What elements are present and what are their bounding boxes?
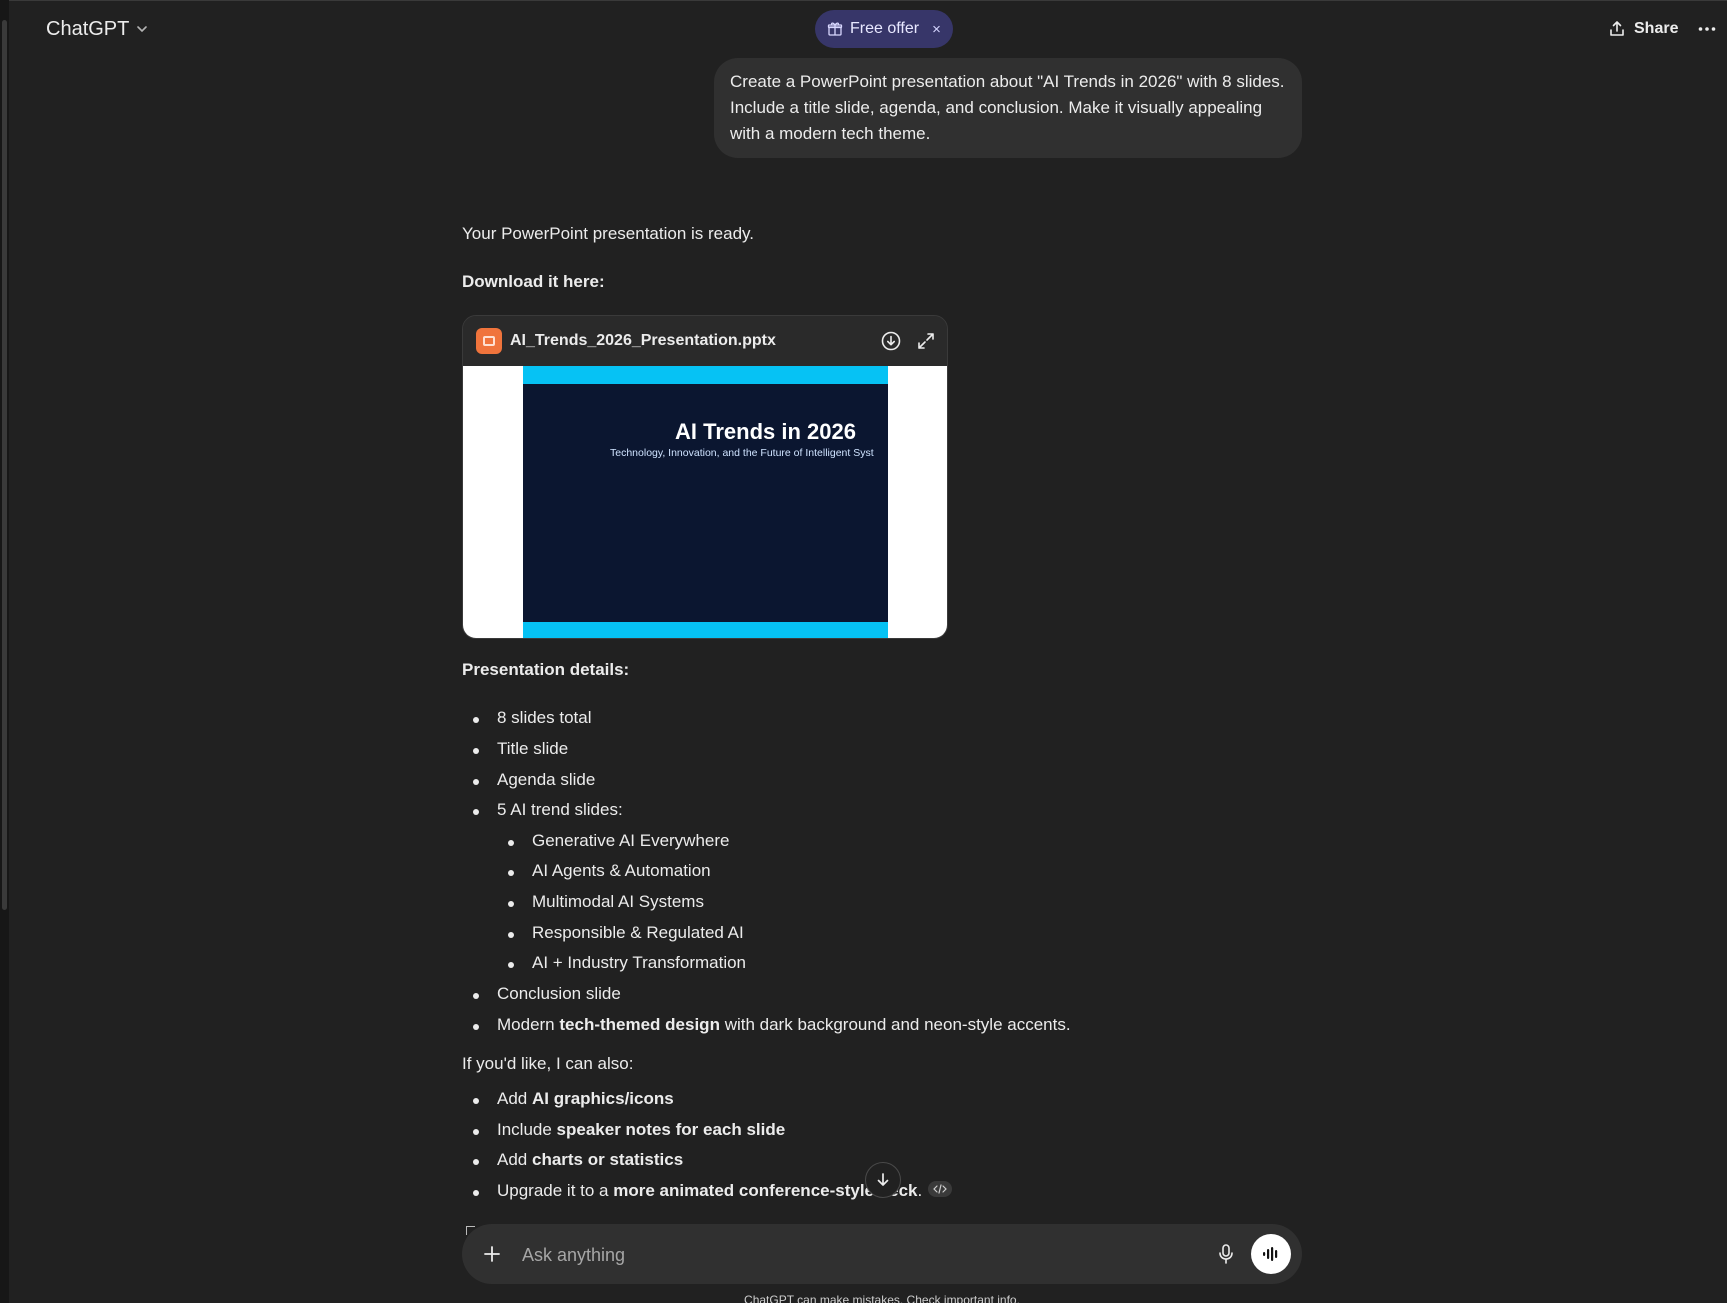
list-item: 5 AI trend slides: xyxy=(473,800,623,819)
list-item: Add charts or statistics xyxy=(472,1150,684,1170)
sub-list-item: Responsible & Regulated AI xyxy=(508,923,744,942)
composer xyxy=(462,1224,1302,1284)
file-name[interactable]: AI_Trends_2026_Presentation.pptx xyxy=(510,332,776,350)
gift-icon xyxy=(827,22,843,36)
design-pre: Modern xyxy=(497,1015,560,1034)
presentation-file-icon xyxy=(476,328,502,354)
free-offer-label: Free offer xyxy=(850,20,920,37)
sub-list-item: AI Agents & Automation xyxy=(508,861,711,880)
offer-pre: Add xyxy=(497,1089,532,1108)
voice-mode-button[interactable] xyxy=(1251,1234,1291,1274)
design-bold: tech-themed design xyxy=(559,1015,720,1034)
ready-text: Your PowerPoint presentation is ready. xyxy=(462,224,755,243)
list-item: Include speaker notes for each slide xyxy=(472,1120,786,1140)
sub-list-item: AI + Industry Transformation xyxy=(507,953,747,972)
share-label: Share xyxy=(1634,20,1679,37)
close-icon[interactable]: × xyxy=(932,21,941,38)
offer-pre: Upgrade it to a xyxy=(497,1181,614,1200)
scroll-to-bottom-button[interactable] xyxy=(865,1162,901,1198)
code-icon[interactable] xyxy=(928,1181,953,1197)
offer-bold: AI graphics/icons xyxy=(531,1089,674,1108)
sidebar-scrollbar[interactable] xyxy=(2,20,7,910)
list-item: Modern tech-themed design with dark back… xyxy=(473,1015,1071,1035)
chat-app: ChatGPT Free offer × Share Create a Powe… xyxy=(0,0,1727,1303)
offer-bold: charts or statistics xyxy=(531,1150,684,1169)
file-card[interactable]: AI_Trends_2026_Presentation.pptx AI Tren… xyxy=(462,315,948,639)
offer-bold: speaker notes for each slide xyxy=(556,1120,786,1139)
offer-post: . xyxy=(917,1181,923,1200)
prompt-input[interactable] xyxy=(520,1238,1164,1272)
slide-subtitle: Technology, Innovation, and the Future o… xyxy=(610,447,874,459)
list-item: Conclusion slide xyxy=(473,984,621,1003)
slide-title: AI Trends in 2026 xyxy=(675,419,856,444)
sub-list-item: Generative AI Everywhere xyxy=(507,831,730,850)
list-item: 8 slides total xyxy=(473,708,592,727)
disclaimer: ChatGPT can make mistakes. Check importa… xyxy=(744,1293,1020,1303)
download-icon[interactable] xyxy=(879,329,903,353)
slide-accent-bar-top xyxy=(523,366,888,384)
chevron-down-icon xyxy=(137,26,148,33)
slide-accent-bar-bottom xyxy=(523,622,888,638)
more-options-button[interactable] xyxy=(1692,14,1722,44)
download-heading: Download it here: xyxy=(462,272,605,291)
free-offer-pill[interactable]: Free offer × xyxy=(815,10,953,48)
file-preview[interactable]: AI Trends in 2026 Technology, Innovation… xyxy=(463,366,947,638)
list-item: Add AI graphics/icons xyxy=(473,1089,674,1109)
offer-pre: Include xyxy=(497,1120,557,1139)
voice-waveform-icon xyxy=(1263,1247,1278,1261)
model-switcher[interactable]: ChatGPT xyxy=(36,12,159,46)
sidebar-strip xyxy=(0,0,9,1303)
file-card-header: AI_Trends_2026_Presentation.pptx xyxy=(463,316,947,366)
sub-list-item: Multimodal AI Systems xyxy=(508,892,704,911)
share-icon xyxy=(1610,21,1624,36)
slide-thumbnail: AI Trends in 2026 Technology, Innovation… xyxy=(523,366,888,638)
microphone-icon[interactable] xyxy=(1214,1242,1238,1266)
expand-icon[interactable] xyxy=(914,329,938,353)
details-heading: Presentation details: xyxy=(462,660,630,679)
offer-pre: Add xyxy=(497,1150,532,1169)
design-post: with dark background and neon-style acce… xyxy=(719,1015,1071,1034)
user-message-bubble: Create a PowerPoint presentation about "… xyxy=(714,58,1302,158)
model-label: ChatGPT xyxy=(46,17,130,40)
plus-icon[interactable] xyxy=(480,1242,504,1266)
arrow-down-icon xyxy=(877,1173,889,1186)
list-item: Agenda slide xyxy=(472,770,596,789)
offer-intro: If you'd like, I can also: xyxy=(462,1054,634,1073)
share-button[interactable]: Share xyxy=(1600,12,1686,46)
list-item: Title slide xyxy=(472,739,569,758)
top-border xyxy=(0,0,1727,1)
more-dots-icon xyxy=(1698,27,1716,31)
